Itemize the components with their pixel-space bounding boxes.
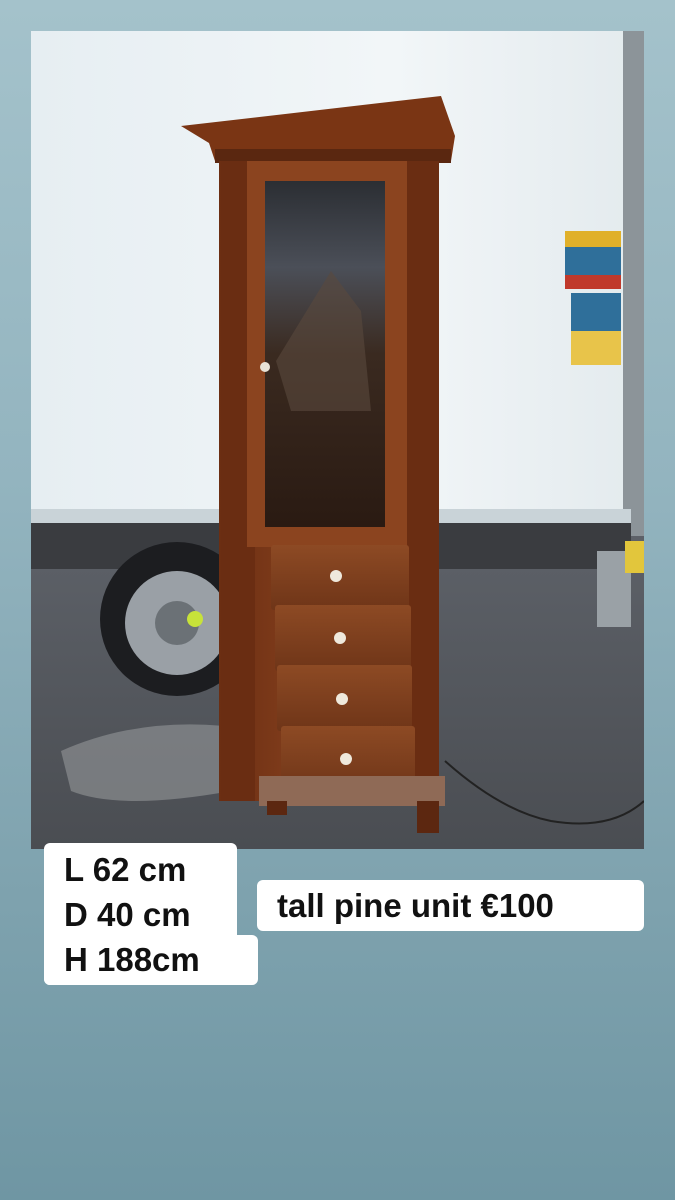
cabinet-photo-illustration (31, 31, 644, 849)
height-dimension-label: H 188cm (44, 935, 258, 985)
title-price: tall pine unit €100 (277, 887, 554, 924)
height-dimension: H 188cm (64, 941, 200, 978)
listing-photo (31, 31, 644, 849)
title-price-label: tall pine unit €100 (257, 880, 644, 931)
depth-dimension: D 40 cm (64, 896, 191, 933)
length-dimension: L 62 cm (64, 851, 187, 888)
